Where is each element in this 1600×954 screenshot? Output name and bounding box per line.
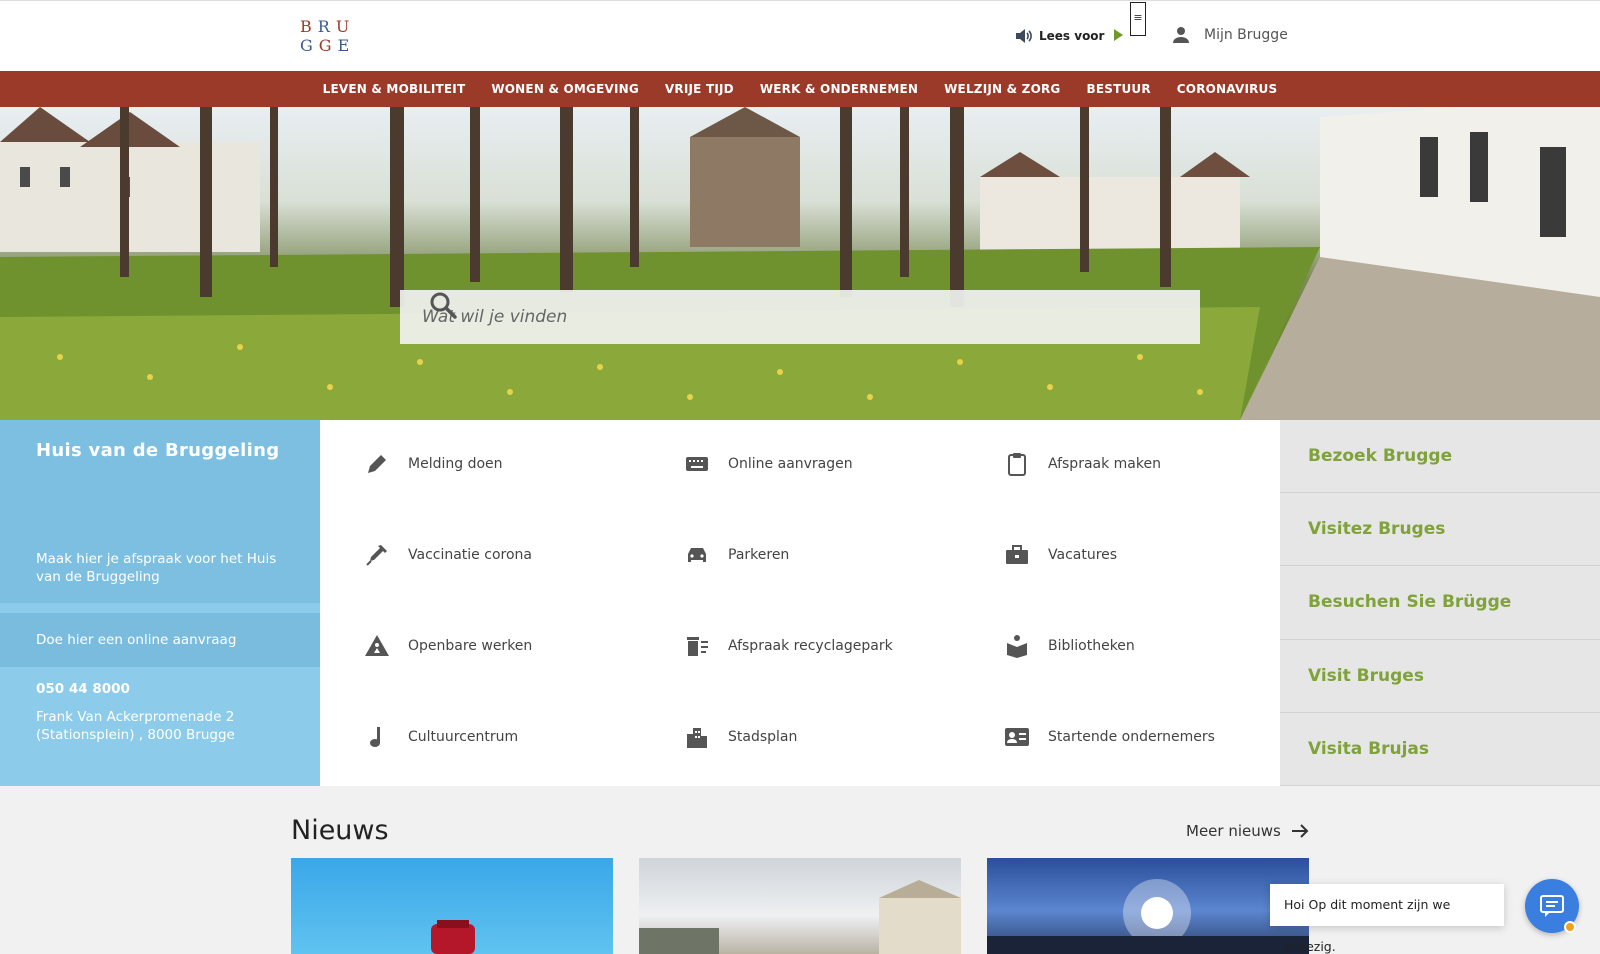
quick-link-parkeren[interactable]: Parkeren [684, 542, 789, 568]
huis-appointment-link[interactable]: Maak hier je afspraak voor het Huis van … [36, 550, 286, 586]
nav-item-werk-ondernemen[interactable]: WERK & ONDERNEMEN [747, 71, 931, 107]
more-news-label: Meer nieuws [1186, 822, 1281, 840]
more-news-link[interactable]: Meer nieuws [1186, 822, 1309, 840]
quick-link-label: Online aanvragen [728, 456, 853, 472]
search-bar [400, 290, 1200, 344]
clipboard-icon [1008, 453, 1026, 476]
huis-online-request-link[interactable]: Doe hier een online aanvraag [0, 613, 320, 667]
quick-link-bibliotheken[interactable]: Bibliotheken [1004, 633, 1135, 659]
syringe-icon [366, 545, 387, 566]
quick-link-label: Startende ondernemers [1048, 729, 1215, 745]
news-heading: Nieuws [291, 815, 389, 846]
roadwork-icon [365, 635, 389, 656]
arrow-right-icon [1291, 824, 1309, 838]
quick-link-label: Afspraak recyclagepark [728, 638, 893, 654]
quick-link-recyclagepark[interactable]: Afspraak recyclagepark [684, 633, 893, 659]
top-bar: BRU GGE Lees voor ≡ Mijn Brugge [0, 0, 1600, 71]
read-aloud-button[interactable]: Lees voor [1015, 25, 1104, 47]
quick-link-label: Cultuurcentrum [408, 729, 519, 745]
quick-link-label: Vacatures [1048, 547, 1118, 563]
visit-link-es[interactable]: Visita Brujas [1280, 713, 1600, 786]
nav-item-leven-mobiliteit[interactable]: LEVEN & MOBILITEIT [310, 71, 479, 107]
logo-letter: R [317, 17, 336, 36]
logo-letter: G [300, 36, 319, 55]
quick-link-startende-ondernemers[interactable]: Startende ondernemers [1004, 724, 1215, 750]
quick-link-afspraak-maken[interactable]: Afspraak maken [1004, 451, 1161, 477]
huis-address: Frank Van Ackerpromenade 2 (Stationsplei… [36, 709, 235, 743]
news-image [431, 920, 475, 954]
nav-item-bestuur[interactable]: BESTUUR [1073, 71, 1163, 107]
news-image [639, 880, 961, 954]
user-icon [1173, 27, 1189, 43]
quick-link-label: Melding doen [408, 456, 503, 472]
quick-link-label: Afspraak maken [1048, 456, 1161, 472]
quick-link-label: Openbare werken [408, 638, 533, 654]
play-icon[interactable] [1114, 29, 1123, 41]
city-icon [687, 728, 707, 748]
quick-link-stadsplan[interactable]: Stadsplan [684, 724, 797, 750]
music-note-icon [370, 727, 380, 747]
quick-link-vaccinatie[interactable]: Vaccinatie corona [364, 542, 532, 568]
keyboard-icon [686, 457, 708, 471]
read-aloud-label: Lees voor [1039, 29, 1105, 43]
news-card[interactable] [291, 858, 613, 954]
news-image [987, 879, 1309, 954]
visit-link-fr[interactable]: Visitez Bruges [1280, 493, 1600, 567]
nav-item-welzijn-zorg[interactable]: WELZIJN & ZORG [931, 71, 1073, 107]
logo-letter: B [300, 17, 318, 36]
nav-item-wonen-omgeving[interactable]: WONEN & OMGEVING [478, 71, 652, 107]
chat-icon [1540, 895, 1564, 917]
nav-item-coronavirus[interactable]: CORONAVIRUS [1164, 71, 1291, 107]
huis-phone[interactable]: 050 44 8000 [36, 681, 130, 697]
hero-image [0, 107, 1600, 420]
search-icon[interactable] [428, 290, 458, 320]
search-input[interactable] [422, 307, 1102, 327]
brugge-logo[interactable]: BRU GGE [300, 17, 360, 57]
nav-item-vrije-tijd[interactable]: VRIJE TIJD [652, 71, 747, 107]
quick-link-vacatures[interactable]: Vacatures [1004, 542, 1117, 568]
visit-link-nl[interactable]: Bezoek Brugge [1280, 420, 1600, 494]
logo-letter: U [335, 17, 356, 36]
quick-link-label: Vaccinatie corona [408, 547, 532, 563]
quick-link-online-aanvragen[interactable]: Online aanvragen [684, 451, 853, 477]
huis-title[interactable]: Huis van de Bruggeling [36, 440, 279, 461]
logo-letter: G [318, 36, 338, 55]
huis-van-de-bruggeling-panel: Huis van de Bruggeling Maak hier je afsp… [0, 420, 320, 786]
briefcase-icon [1006, 545, 1028, 564]
my-account-link[interactable]: Mijn Brugge [1172, 26, 1288, 44]
id-card-icon [1005, 728, 1029, 746]
main-navigation: LEVEN & MOBILITEIT WONEN & OMGEVING VRIJ… [0, 71, 1600, 107]
speaker-icon [1016, 29, 1032, 43]
visit-link-de[interactable]: Besuchen Sie Brügge [1280, 566, 1600, 640]
pencil-icon [368, 455, 386, 473]
visit-bruges-menu: Bezoek Brugge Visitez Bruges Besuchen Si… [1280, 420, 1600, 786]
menu-icon[interactable]: ≡ [1130, 2, 1146, 36]
my-account-label: Mijn Brugge [1204, 27, 1288, 43]
quick-link-cultuurcentrum[interactable]: Cultuurcentrum [364, 724, 518, 750]
news-card[interactable] [987, 858, 1309, 954]
quick-link-melding[interactable]: Melding doen [364, 451, 503, 477]
news-card[interactable] [639, 858, 961, 954]
visit-link-en[interactable]: Visit Bruges [1280, 640, 1600, 713]
chat-message-bubble[interactable]: Hoi Op dit moment zijn we afwezig. [1270, 884, 1504, 954]
logo-letter: E [337, 36, 356, 55]
quick-link-openbare-werken[interactable]: Openbare werken [364, 633, 532, 659]
book-reader-icon [1007, 635, 1027, 658]
quick-link-label: Parkeren [728, 547, 790, 563]
car-icon [688, 548, 706, 562]
quick-link-label: Bibliotheken [1048, 638, 1135, 654]
quick-links-grid: Melding doen Online aanvragen Afspraak m… [320, 420, 1280, 786]
chat-status-indicator [1564, 921, 1576, 933]
quick-link-label: Stadsplan [728, 729, 798, 745]
recycle-bin-icon [687, 637, 708, 656]
hero-photo [0, 107, 1600, 420]
